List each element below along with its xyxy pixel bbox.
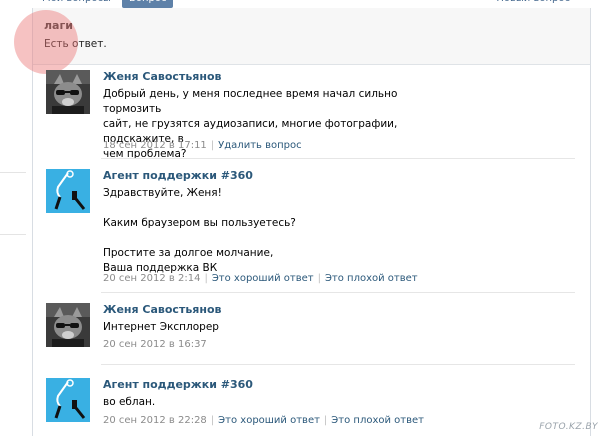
meta-separator: |: [210, 140, 215, 151]
content-border-right: [590, 8, 591, 436]
post-date[interactable]: 20 сен 2012 в 22:28: [103, 415, 207, 426]
meta-separator: |: [210, 415, 215, 426]
meta-separator: |: [323, 415, 328, 426]
post-text: Интернет Эксплорер: [103, 320, 423, 335]
post-date[interactable]: 20 сен 2012 в 16:37: [103, 339, 207, 350]
post-date[interactable]: 20 сен 2012 в 2:14: [103, 273, 200, 284]
post-text: Здравствуйте, Женя! Каким браузером вы п…: [103, 186, 423, 276]
question-header: лаги Есть ответ.: [33, 8, 590, 65]
text-line: Каким браузером вы пользуетесь?: [103, 217, 296, 229]
text-line: Добрый день, у меня последнее время нача…: [103, 88, 398, 115]
post-author[interactable]: Агент поддержки #360: [103, 169, 253, 182]
good-answer-link[interactable]: Это хороший ответ: [218, 415, 320, 426]
post-meta: 20 сен 2012 в 22:28 | Это хороший ответ | Эт…: [103, 415, 424, 426]
post-author[interactable]: Женя Савостьянов: [103, 70, 221, 83]
delete-question-link[interactable]: Удалить вопрос: [218, 140, 301, 151]
post-text: во еблан.: [103, 395, 423, 410]
text-gap: [103, 201, 423, 216]
content-border-left: [32, 8, 33, 436]
post-divider: [101, 292, 575, 293]
tab-bar: Мои вопросы Вопрос Новый вопрос: [32, 0, 590, 8]
good-answer-link[interactable]: Это хороший ответ: [212, 273, 314, 284]
bad-answer-link[interactable]: Это плохой ответ: [325, 273, 418, 284]
post-meta: 20 сен 2012 в 16:37: [103, 339, 207, 350]
agent-avatar[interactable]: [46, 378, 90, 422]
post-author[interactable]: Женя Савостьянов: [103, 303, 221, 316]
user-avatar[interactable]: [46, 303, 90, 347]
text-line: Простите за долгое молчание,: [103, 247, 274, 259]
post-divider: [101, 158, 575, 159]
meta-separator: |: [317, 273, 321, 284]
meta-separator: |: [204, 273, 208, 284]
tab-my-questions[interactable]: Мои вопросы: [34, 0, 119, 8]
post-date[interactable]: 18 сен 2012 в 17:11: [103, 140, 207, 151]
watermark: FOTO.KZ.BY: [539, 422, 598, 432]
sidebar-divider: [0, 234, 26, 235]
sidebar-divider: [0, 172, 26, 173]
user-avatar[interactable]: [46, 70, 90, 114]
post-author[interactable]: Агент поддержки #360: [103, 378, 253, 391]
text-line: Интернет Эксплорер: [103, 321, 219, 333]
highlight-circle: [14, 10, 78, 74]
text-line: Здравствуйте, Женя!: [103, 187, 222, 199]
post-divider: [101, 364, 575, 365]
post-meta: 20 сен 2012 в 2:14 | Это хороший ответ | Это…: [103, 273, 418, 284]
agent-avatar[interactable]: [46, 169, 90, 213]
text-line: во еблан.: [103, 396, 156, 408]
post-meta: 18 сен 2012 в 17:11 | Удалить вопрос: [103, 140, 302, 151]
tab-question[interactable]: Вопрос: [122, 0, 174, 8]
bad-answer-link[interactable]: Это плохой ответ: [331, 415, 424, 426]
tab-new-question[interactable]: Новый вопрос: [488, 0, 578, 8]
text-gap: [103, 231, 423, 246]
